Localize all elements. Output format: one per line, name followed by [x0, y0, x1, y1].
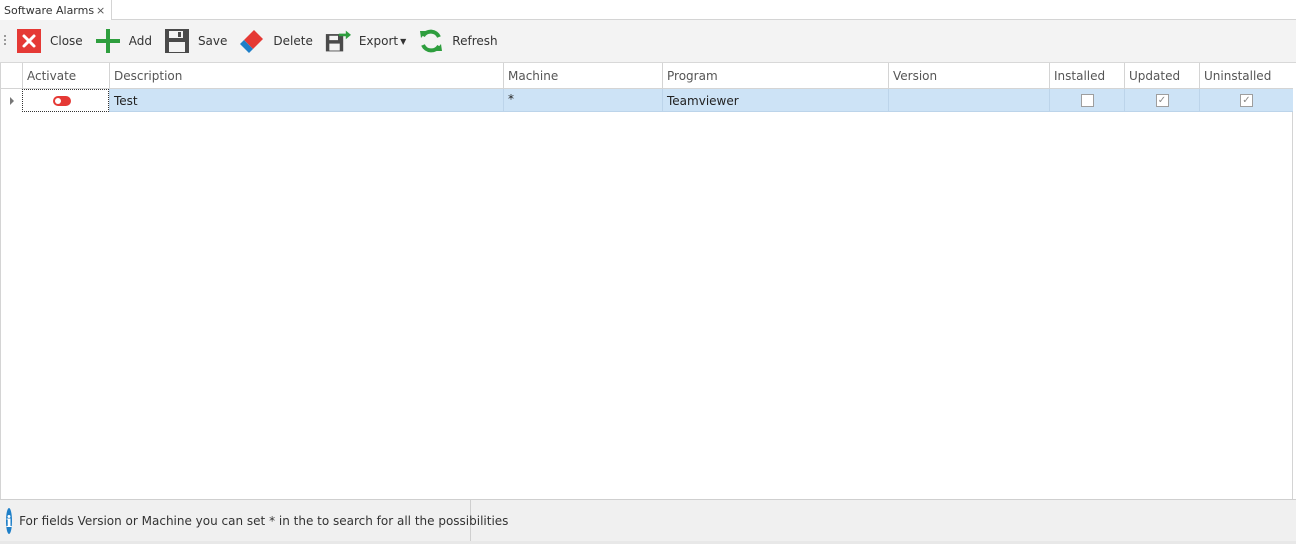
refresh-icon	[418, 28, 444, 54]
refresh-button-label: Refresh	[452, 34, 498, 48]
row-indicator-arrow-icon[interactable]	[1, 89, 22, 112]
updated-checkbox[interactable]: ✓	[1155, 94, 1169, 107]
info-icon: i	[6, 508, 13, 534]
delete-button[interactable]: Delete	[235, 24, 316, 58]
export-icon	[325, 28, 351, 54]
column-header-installed[interactable]: Installed	[1049, 63, 1124, 89]
program-cell[interactable]: Teamviewer	[662, 89, 888, 112]
installed-checkbox[interactable]	[1080, 94, 1094, 107]
column-header-uninstalled[interactable]: Uninstalled	[1199, 63, 1293, 89]
installed-cell	[1049, 89, 1124, 112]
alarms-grid: Activate Description Machine Program Ver…	[0, 63, 1293, 499]
grid-header: Activate Description Machine Program Ver…	[1, 63, 1293, 89]
tab-label: Software Alarms	[4, 3, 95, 17]
export-button-label: Export	[358, 34, 399, 48]
eraser-icon	[239, 28, 265, 54]
add-button[interactable]: Add	[91, 24, 156, 58]
table-row[interactable]: Test * Teamviewer ✓ ✓	[1, 89, 1293, 112]
uninstalled-cell: ✓	[1199, 89, 1293, 112]
save-button-label: Save	[197, 34, 228, 48]
floppy-disk-icon	[164, 28, 190, 54]
add-button-label: Add	[128, 34, 152, 48]
export-dropdown-caret-icon[interactable]: ▼	[400, 37, 406, 46]
machine-cell[interactable]: *	[503, 89, 662, 112]
activate-cell[interactable]	[22, 89, 109, 112]
column-header-program[interactable]: Program	[662, 63, 888, 89]
version-cell[interactable]	[888, 89, 1049, 112]
refresh-button[interactable]: Refresh	[414, 24, 501, 58]
toolbar-grip-icon[interactable]	[2, 34, 12, 48]
delete-button-label: Delete	[273, 34, 313, 48]
save-button[interactable]: Save	[160, 24, 231, 58]
software-alarms-window: Software Alarms × Close Add Save Delete …	[0, 0, 1296, 544]
updated-cell: ✓	[1124, 89, 1199, 112]
plus-icon	[95, 28, 121, 54]
column-header-version[interactable]: Version	[888, 63, 1049, 89]
description-cell[interactable]: Test	[109, 89, 503, 112]
uninstalled-checkbox[interactable]: ✓	[1240, 94, 1253, 107]
close-button[interactable]: Close	[12, 24, 87, 58]
status-bar: i For fields Version or Machine you can …	[0, 499, 1296, 544]
activate-toggle[interactable]	[53, 95, 71, 106]
status-message: For fields Version or Machine you can se…	[19, 514, 509, 528]
tab-close-icon[interactable]: ×	[94, 3, 107, 17]
document-tab-strip: Software Alarms ×	[0, 0, 1296, 20]
column-header-activate[interactable]: Activate	[22, 63, 109, 89]
export-button[interactable]: Export ▼	[321, 24, 410, 58]
column-header-updated[interactable]: Updated	[1124, 63, 1199, 89]
close-button-label: Close	[50, 34, 83, 48]
column-header-machine[interactable]: Machine	[503, 63, 662, 89]
close-icon	[16, 28, 42, 54]
toolbar: Close Add Save Delete Export ▼ Refresh	[0, 20, 1296, 63]
status-hint: i For fields Version or Machine you can …	[0, 500, 508, 542]
column-header-description[interactable]: Description	[109, 63, 503, 89]
tab-software-alarms[interactable]: Software Alarms ×	[0, 0, 112, 20]
